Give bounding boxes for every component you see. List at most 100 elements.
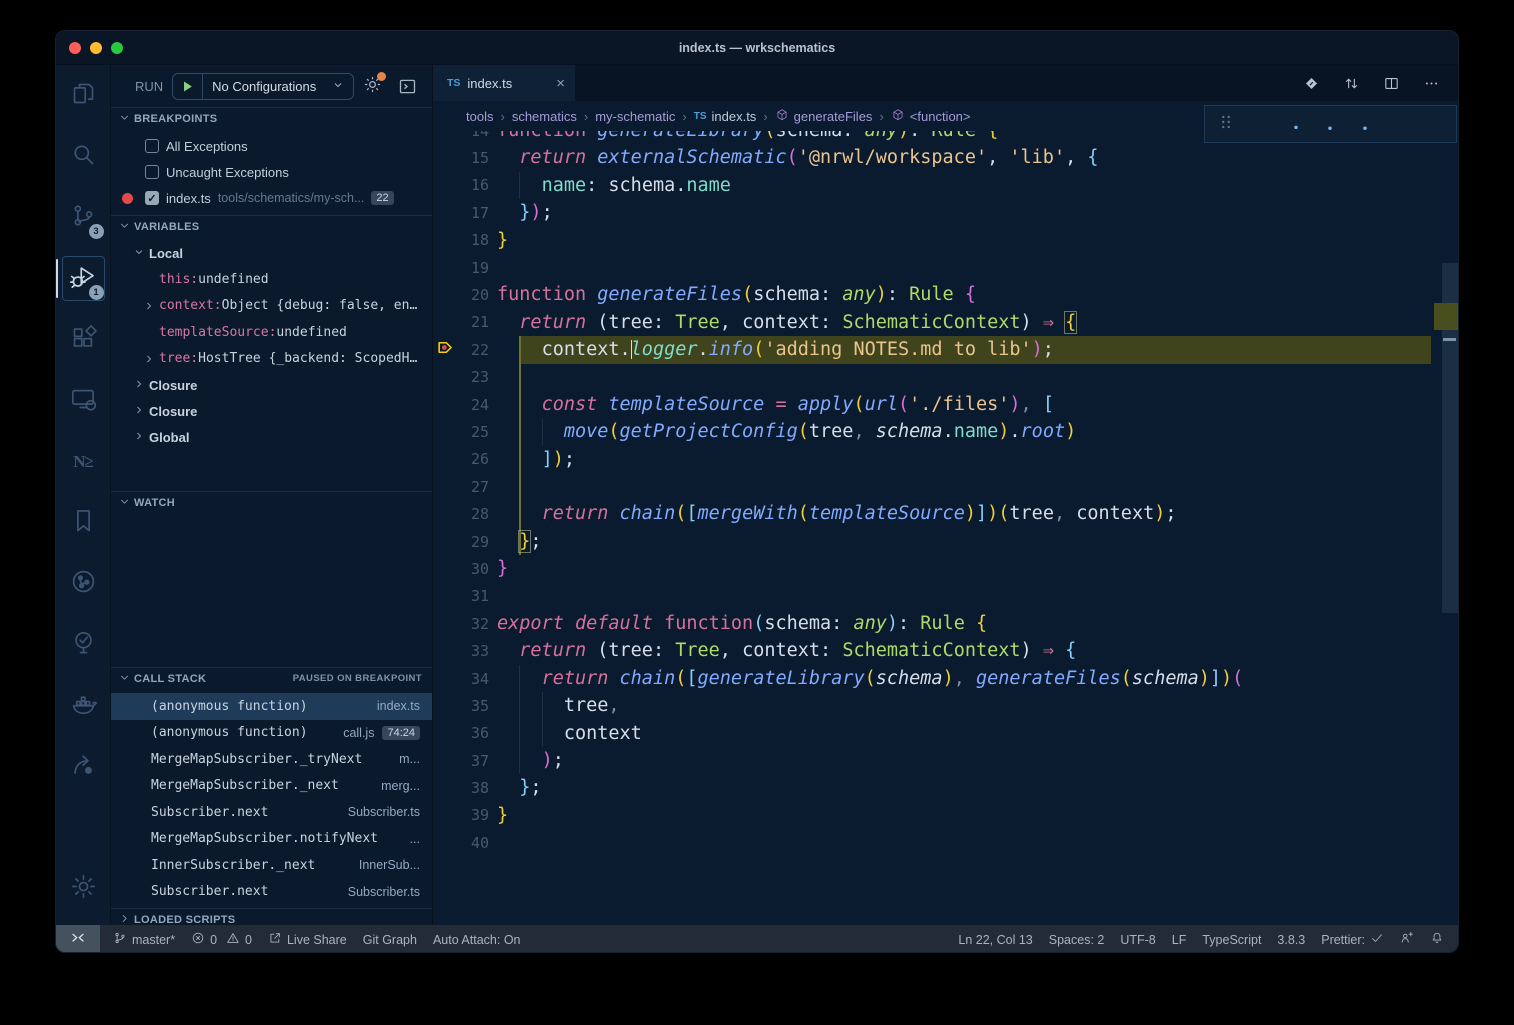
code-line[interactable]: 17 });	[433, 199, 1458, 226]
variables-scope-global[interactable]: Global	[111, 425, 432, 451]
code-line[interactable]: 23	[433, 364, 1458, 391]
activity-search[interactable]	[56, 126, 111, 187]
diagnostics[interactable]: 00	[191, 931, 252, 948]
activity-docker[interactable]	[56, 675, 111, 736]
more-actions-button[interactable]	[1423, 75, 1440, 92]
continue-button[interactable]	[1247, 110, 1275, 138]
encoding[interactable]: UTF-8	[1120, 933, 1155, 947]
breadcrumb-item-tools[interactable]: tools	[466, 109, 493, 124]
split-editor-button[interactable]	[1383, 75, 1400, 92]
disconnect-button[interactable]	[1421, 110, 1449, 138]
debug-console-button[interactable]	[397, 76, 418, 97]
stack-frame[interactable]: MergeMapSubscriber.notifyNext...	[111, 826, 432, 853]
code-line[interactable]: 36 context	[433, 720, 1458, 747]
configure-gear-button[interactable]	[363, 75, 382, 97]
activity-settings[interactable]	[56, 858, 111, 919]
prettier[interactable]: Prettier:	[1321, 931, 1384, 948]
close-tab-icon[interactable]: ×	[556, 75, 565, 92]
variables-scope-closure[interactable]: Closure	[111, 372, 432, 398]
compare-changes-button[interactable]	[1343, 75, 1360, 92]
close-window-button[interactable]	[69, 42, 81, 54]
notifications[interactable]	[1430, 931, 1444, 948]
code-line[interactable]: 19	[433, 254, 1458, 281]
variable-item[interactable]: templateSource: undefined	[111, 319, 432, 345]
maximize-window-button[interactable]	[111, 42, 123, 54]
variables-scope-local[interactable]: Local	[111, 240, 432, 266]
breakpoint-checkbox[interactable]: ✓	[145, 191, 159, 205]
git-graph[interactable]: Git Graph	[363, 933, 417, 947]
activity-extensions[interactable]	[56, 309, 111, 370]
code-line[interactable]: 32export default function(schema: any): …	[433, 610, 1458, 637]
breakpoint-checkbox[interactable]	[145, 139, 159, 153]
code-line[interactable]: 16 name: schema.name	[433, 172, 1458, 199]
breadcrumb-item-my-schematic[interactable]: my-schematic	[595, 109, 675, 124]
code-line[interactable]: 35 tree,	[433, 692, 1458, 719]
open-changes-button[interactable]	[1303, 75, 1320, 92]
code-line[interactable]: 39}	[433, 802, 1458, 829]
live-share[interactable]: Live Share	[268, 931, 347, 948]
breadcrumb-item-index-ts[interactable]: TSindex.ts	[694, 109, 757, 124]
code-line[interactable]: 33 return (tree: Tree, context: Schemati…	[433, 637, 1458, 664]
loaded-scripts-header[interactable]: LOADED SCRIPTS	[111, 908, 432, 925]
code-line[interactable]: 29 };	[433, 528, 1458, 555]
breadcrumb-item--function-[interactable]: <function>	[891, 108, 971, 125]
variables-scope-closure[interactable]: Closure	[111, 398, 432, 424]
stack-frame[interactable]: (anonymous function)call.js74:24	[111, 720, 432, 747]
breakpoint-checkbox[interactable]	[145, 165, 159, 179]
stack-frame[interactable]: InnerSubscriber._nextInnerSub...	[111, 852, 432, 879]
breadcrumb-item-generatefiles[interactable]: generateFiles	[775, 108, 873, 125]
indentation[interactable]: Spaces: 2	[1049, 933, 1105, 947]
cursor-position[interactable]: Ln 22, Col 13	[958, 933, 1032, 947]
step-into-button[interactable]	[1316, 110, 1344, 138]
code-line[interactable]: 20function generateFiles(schema: any): R…	[433, 281, 1458, 308]
stack-frame[interactable]: (anonymous function)index.ts	[111, 693, 432, 720]
breakpoint-item[interactable]: ✓index.tstools/schematics/my-sch...22	[111, 185, 432, 211]
code-line[interactable]: 37 );	[433, 747, 1458, 774]
code-line[interactable]: 38 };	[433, 774, 1458, 801]
breakpoints-header[interactable]: BREAKPOINTS	[111, 107, 432, 129]
feedback[interactable]	[1400, 931, 1414, 948]
remote-indicator[interactable]	[56, 925, 100, 953]
activity-todo-tree[interactable]	[56, 614, 111, 675]
code-line[interactable]: 18}	[433, 227, 1458, 254]
stack-frame[interactable]: Subscriber.nextSubscriber.ts	[111, 879, 432, 906]
code-line[interactable]: 40	[433, 829, 1458, 856]
step-out-button[interactable]	[1351, 110, 1379, 138]
variable-item[interactable]: context: Object {debug: false, en…	[111, 293, 432, 319]
configuration-dropdown[interactable]: No Configurations	[203, 79, 353, 94]
minimize-window-button[interactable]	[90, 42, 102, 54]
activity-remote-explorer[interactable]	[56, 370, 111, 431]
restart-button[interactable]	[1386, 110, 1414, 138]
activity-explorer[interactable]	[56, 65, 111, 126]
language-mode[interactable]: TypeScript	[1202, 933, 1261, 947]
code-line[interactable]: 30}	[433, 555, 1458, 582]
variable-item[interactable]: tree: HostTree {_backend: ScopedH…	[111, 346, 432, 372]
code-line[interactable]: 15 return externalSchematic('@nrwl/works…	[433, 144, 1458, 171]
code-line[interactable]: 21 return (tree: Tree, context: Schemati…	[433, 309, 1458, 336]
tab-index-ts[interactable]: TS index.ts ×	[433, 65, 575, 101]
eol[interactable]: LF	[1172, 933, 1187, 947]
ts-version[interactable]: 3.8.3	[1277, 933, 1305, 947]
activity-source-control[interactable]: 3	[56, 187, 111, 248]
breadcrumb-item-schematics[interactable]: schematics	[512, 109, 577, 124]
activity-run-and-debug[interactable]: 1	[56, 248, 111, 309]
code-line[interactable]: 24 const templateSource = apply(url('./f…	[433, 391, 1458, 418]
code-line[interactable]: 31	[433, 583, 1458, 610]
step-over-button[interactable]	[1282, 110, 1310, 138]
code-line[interactable]: 28 return chain([mergeWith(templateSourc…	[433, 500, 1458, 527]
activity-live-share[interactable]	[56, 736, 111, 797]
variable-item[interactable]: this: undefined	[111, 266, 432, 292]
code-area[interactable]: 14function generateLibrary(schema: any):…	[433, 131, 1458, 925]
activity-bookmarks[interactable]	[56, 492, 111, 553]
code-line[interactable]: 34 return chain([generateLibrary(schema)…	[433, 665, 1458, 692]
start-debugging-button[interactable]	[173, 74, 203, 99]
code-line[interactable]: 25 move(getProjectConfig(tree, schema.na…	[433, 418, 1458, 445]
auto-attach[interactable]: Auto Attach: On	[433, 933, 521, 947]
breakpoint-item[interactable]: All Exceptions	[111, 133, 432, 159]
code-line[interactable]: 26 ]);	[433, 446, 1458, 473]
stack-frame[interactable]: MergeMapSubscriber._tryNextm...	[111, 746, 432, 773]
variables-header[interactable]: VARIABLES	[111, 215, 432, 237]
stack-frame[interactable]: Subscriber.nextSubscriber.ts	[111, 799, 432, 826]
stack-frame[interactable]: MergeMapSubscriber._nextmerg...	[111, 773, 432, 800]
drag-handle[interactable]	[1212, 110, 1240, 138]
